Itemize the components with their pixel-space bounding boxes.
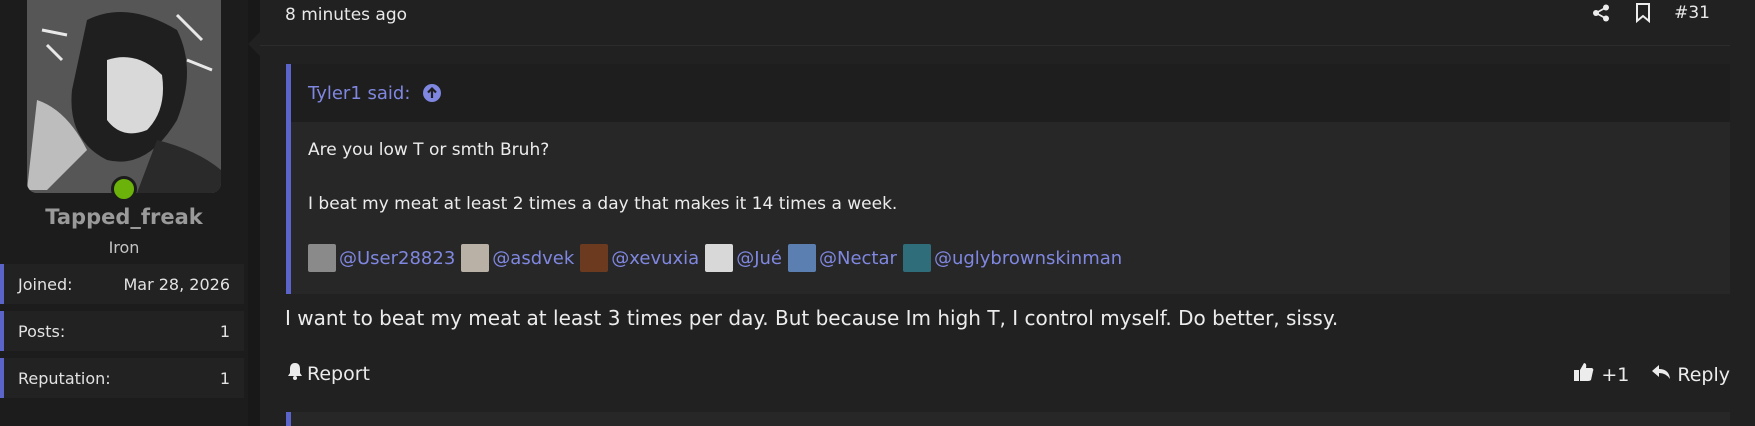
user-avatar[interactable]: [27, 0, 221, 193]
mention-name: @Jué: [736, 247, 782, 269]
stat-joined: Joined: Mar 28, 2026: [0, 264, 244, 304]
like-button[interactable]: +1: [1573, 362, 1629, 387]
user-sidebar: Tapped_freak Iron Joined: Mar 28, 2026 P…: [0, 0, 248, 426]
mention-user[interactable]: @Nectar: [788, 244, 897, 272]
post-number[interactable]: #31: [1674, 3, 1710, 23]
username[interactable]: Tapped_freak: [0, 205, 248, 229]
stat-value: Mar 28, 2026: [123, 274, 230, 294]
quote-block: Tyler1 said: Are you low T or smth Bruh?…: [286, 64, 1730, 294]
post-pointer: [248, 32, 260, 56]
mention-avatar: [788, 244, 816, 272]
quote-line: I beat my meat at least 2 times a day th…: [308, 194, 898, 214]
mention-user[interactable]: @xevuxia: [580, 244, 699, 272]
mention-avatar: [580, 244, 609, 272]
report-label: Report: [307, 362, 370, 385]
reply-button[interactable]: Reply: [1651, 363, 1730, 386]
stat-value: 1: [219, 368, 230, 388]
bell-icon: [287, 362, 303, 385]
arrow-up-circle-icon[interactable]: [422, 83, 442, 103]
mention-user[interactable]: @asdvek: [461, 244, 574, 272]
quote-author[interactable]: Tyler1 said:: [308, 83, 410, 104]
reply-icon: [1651, 363, 1671, 386]
quote-body: Are you low T or smth Bruh? I beat my me…: [291, 122, 1730, 272]
stat-posts: Posts: 1: [0, 311, 244, 351]
stat-label: Reputation:: [18, 368, 111, 388]
mention-user[interactable]: @Jué: [705, 244, 782, 272]
post-footer: Report +1 Reply: [260, 360, 1730, 392]
mention-user[interactable]: @uglybrownskinman: [902, 244, 1123, 272]
mention-name: @uglybrownskinman: [933, 247, 1123, 269]
online-status-indicator: [111, 176, 137, 202]
share-icon[interactable]: [1590, 2, 1612, 24]
post-header: 8 minutes ago #31: [260, 0, 1730, 46]
stat-value: 1: [219, 321, 230, 341]
mention-name: @asdvek: [492, 247, 575, 269]
post-footer-actions: +1 Reply: [1573, 362, 1730, 387]
mention-avatar: [461, 244, 490, 272]
reply-label: Reply: [1677, 363, 1730, 386]
user-rank: Iron: [108, 238, 140, 257]
report-button[interactable]: Report: [287, 362, 370, 385]
thumbs-up-icon: [1573, 362, 1595, 387]
mention-name: @User28823: [339, 247, 456, 269]
next-quote-block: [286, 412, 1730, 426]
stat-reputation: Reputation: 1: [0, 358, 244, 398]
mention-avatar: [902, 244, 931, 272]
stat-label: Posts:: [18, 321, 66, 341]
quote-line: Are you low T or smth Bruh?: [308, 140, 550, 160]
quote-header: Tyler1 said:: [291, 64, 1730, 122]
bookmark-icon[interactable]: [1632, 2, 1654, 24]
mention-user[interactable]: @User28823: [308, 244, 455, 272]
mention-name: @xevuxia: [611, 247, 700, 269]
mention-list: @User28823 @asdvek @xevuxia @Jué @Nectar: [308, 244, 1713, 272]
stat-label: Joined:: [18, 274, 73, 294]
mention-avatar: [308, 244, 336, 272]
post-timestamp[interactable]: 8 minutes ago: [285, 5, 407, 25]
post-content: 8 minutes ago #31 Tyler1 said: Are you l…: [260, 0, 1755, 426]
post-header-actions: #31: [1590, 2, 1710, 24]
mention-avatar: [705, 244, 734, 272]
mention-name: @Nectar: [819, 247, 897, 269]
like-count: +1: [1601, 363, 1630, 386]
post-body: I want to beat my meat at least 3 times …: [285, 306, 1339, 330]
